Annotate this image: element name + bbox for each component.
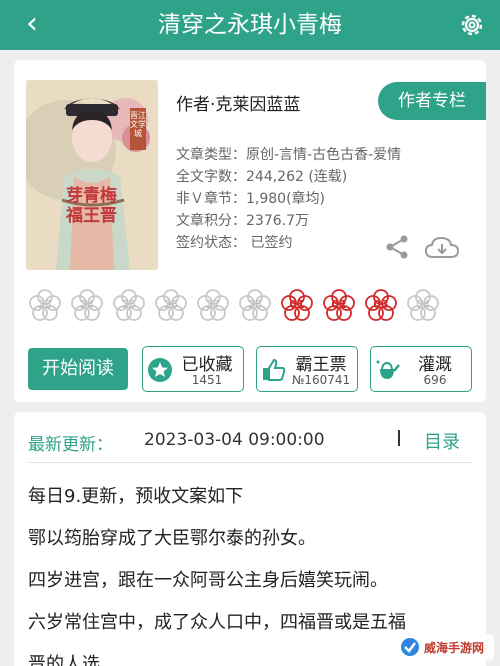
irrigate-button[interactable]: 灌溉 696: [370, 346, 472, 392]
irrigate-label: 灌溉: [418, 355, 452, 375]
flower-badge: 03: [364, 288, 398, 322]
thumbs-up-icon: [263, 358, 286, 381]
bawang-count: №160741: [291, 373, 351, 387]
flower-badge: 23: [28, 288, 62, 322]
book-meta: 文章类型：原创-言情-古色古香-爱情 全文字数：244,262 (连载) 非Ｖ章…: [176, 144, 401, 254]
flower-badge: 04: [406, 288, 440, 322]
flower-badge: 02: [322, 288, 356, 322]
meta-sign-status: 签约状态： 已签约: [176, 235, 293, 251]
cloud-download-icon[interactable]: [424, 236, 460, 260]
separator: [398, 430, 400, 446]
favorite-label: 已收藏: [181, 355, 233, 375]
flower-badge: 26: [154, 288, 188, 322]
page-title: 清穿之永琪小青梅: [158, 12, 342, 38]
flower-badge: 01: [280, 288, 314, 322]
back-chevron-icon[interactable]: ‹: [12, 6, 52, 44]
top-bar: ‹ 清穿之永琪小青梅: [0, 0, 500, 50]
flower-badge: 25: [112, 288, 146, 322]
cover-badge: 晋江文学城: [130, 108, 146, 150]
cover-title: 芽青梅 福王晋: [66, 186, 117, 226]
author-column-button[interactable]: 作者专栏: [378, 82, 486, 120]
latest-update-time: 2023-03-04 09:00:00: [144, 430, 325, 450]
gear-icon[interactable]: [458, 11, 486, 39]
watering-can-icon: [376, 360, 400, 379]
bawang-ticket-button[interactable]: 霸王票 №160741: [256, 346, 358, 392]
favorite-count: 1451: [191, 373, 223, 387]
meta-word-count: 全文字数：244,262 (连载): [176, 169, 348, 185]
flower-badge: 27: [196, 288, 230, 322]
latest-update-label: 最新更新：: [28, 435, 113, 455]
site-watermark: 威海手游网: [394, 634, 494, 660]
synopsis-line: 鄂以筠胎穿成了大臣鄂尔泰的孙女。: [28, 528, 316, 549]
book-cover[interactable]: 晋江文学城 芽青梅 福王晋: [26, 80, 158, 270]
meta-type: 文章类型：原创-言情-古色古香-爱情: [176, 147, 402, 163]
watermark-logo-icon: [401, 638, 419, 656]
flower-badge: 28: [238, 288, 272, 322]
author-name[interactable]: 作者·克莱因蓝蓝: [176, 90, 300, 115]
meta-score: 文章积分：2376.7万: [176, 213, 309, 229]
bawang-label: 霸王票: [295, 355, 347, 375]
latest-update-card: 最新更新： 2023-03-04 09:00:00 目录 每日9.更新，预收文案…: [14, 412, 486, 666]
table-of-contents-link[interactable]: 目录: [424, 428, 460, 454]
flower-badge: 24: [70, 288, 104, 322]
meta-free-chapters: 非Ｖ章节：1,980(章均): [176, 191, 326, 207]
synopsis-line: 四岁进宫，跟在一众阿哥公主身后嬉笑玩闹。: [28, 570, 388, 591]
watermark-text: 威海手游网: [424, 641, 485, 655]
favorite-button[interactable]: 已收藏 1451: [142, 346, 244, 392]
share-icon[interactable]: [384, 234, 410, 260]
start-reading-button[interactable]: 开始阅读: [28, 348, 128, 390]
divider: [28, 462, 472, 463]
irrigate-count: 696: [423, 373, 447, 387]
synopsis-line: 每日9.更新，预收文案如下: [28, 486, 244, 507]
star-icon: [148, 358, 172, 382]
book-info-card: 晋江文学城 芽青梅 福王晋 作者·克莱因蓝蓝 作者专栏 文章类型：原创-言情-古…: [14, 60, 486, 402]
